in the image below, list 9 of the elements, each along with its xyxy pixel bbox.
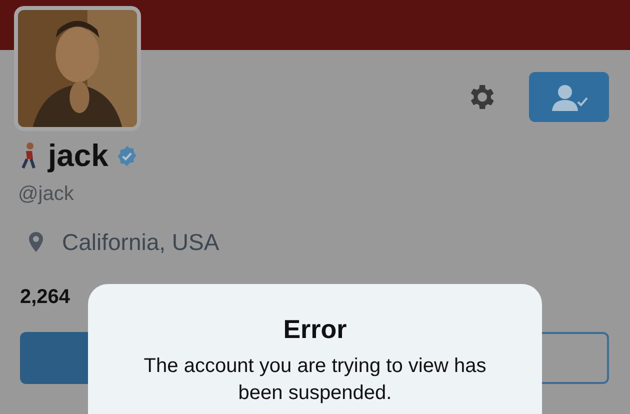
- dialog-title: Error: [283, 313, 347, 346]
- person-check-icon: [549, 83, 589, 111]
- profile-location: California, USA: [62, 228, 220, 257]
- following-count: 2,264: [20, 284, 72, 310]
- location-pin-icon: [28, 231, 44, 254]
- profile-name: jack: [48, 140, 108, 171]
- dialog-message: The account you are trying to view has been suspended.: [142, 354, 488, 406]
- profile-handle: @jack: [18, 182, 75, 207]
- follow-button[interactable]: [529, 72, 609, 122]
